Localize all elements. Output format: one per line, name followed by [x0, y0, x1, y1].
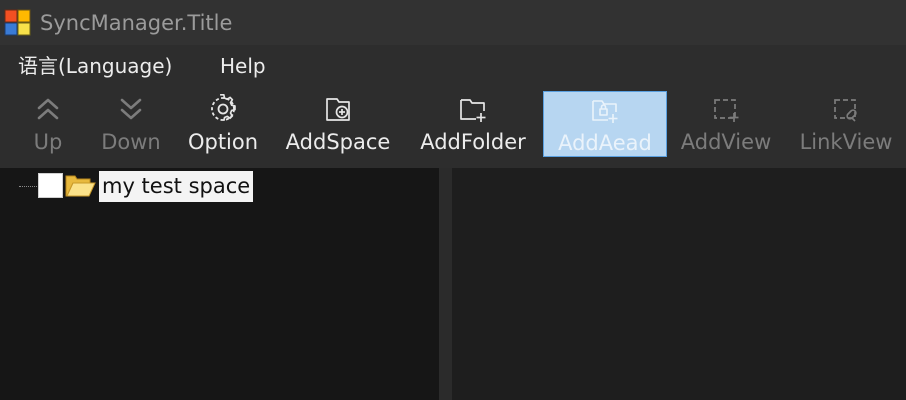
- gear-icon: [211, 94, 236, 122]
- add-view-icon: [714, 99, 739, 122]
- add-aead-label: AddAead: [558, 131, 652, 155]
- tree-connector-line: [19, 186, 39, 187]
- tree-pane[interactable]: [0, 168, 439, 400]
- menu-help[interactable]: Help: [220, 50, 266, 82]
- down-button[interactable]: Down: [92, 91, 170, 161]
- link-view-button[interactable]: LinkView: [792, 91, 900, 161]
- pane-splitter[interactable]: [439, 168, 452, 400]
- add-space-icon: [326, 98, 350, 121]
- open-folder-icon: [65, 175, 96, 197]
- tree-item-label[interactable]: my test space: [99, 171, 254, 202]
- add-view-button[interactable]: AddView: [672, 91, 780, 161]
- window-title: SyncManager.Title: [40, 11, 233, 35]
- up-label: Up: [33, 130, 63, 154]
- add-space-label: AddSpace: [285, 130, 391, 154]
- option-label: Option: [187, 130, 259, 154]
- add-folder-icon: [460, 99, 486, 122]
- double-chevron-down-icon: [120, 98, 142, 120]
- add-aead-button[interactable]: AddAead: [543, 91, 667, 157]
- link-view-label: LinkView: [799, 130, 893, 154]
- down-label: Down: [101, 130, 161, 154]
- windows-logo-icon: [4, 9, 31, 36]
- double-chevron-up-icon: [37, 98, 59, 120]
- add-view-label: AddView: [680, 130, 772, 154]
- add-folder-label: AddFolder: [420, 130, 526, 154]
- option-button[interactable]: Option: [180, 91, 266, 161]
- up-button[interactable]: Up: [18, 91, 78, 161]
- add-space-button[interactable]: AddSpace: [278, 91, 398, 161]
- tree-item-checkbox[interactable]: [38, 173, 63, 198]
- menu-language[interactable]: 语言(Language): [18, 50, 172, 82]
- add-folder-button[interactable]: AddFolder: [410, 91, 536, 161]
- link-view-icon: [834, 99, 857, 122]
- add-aead-icon: [592, 100, 618, 123]
- content-pane[interactable]: [452, 168, 906, 400]
- menu-bar: 语言(Language) Help: [0, 45, 906, 87]
- title-bar: SyncManager.Title: [0, 0, 906, 45]
- toolbar: Up Down Option AddSpace AddFolder AddAea…: [0, 87, 906, 168]
